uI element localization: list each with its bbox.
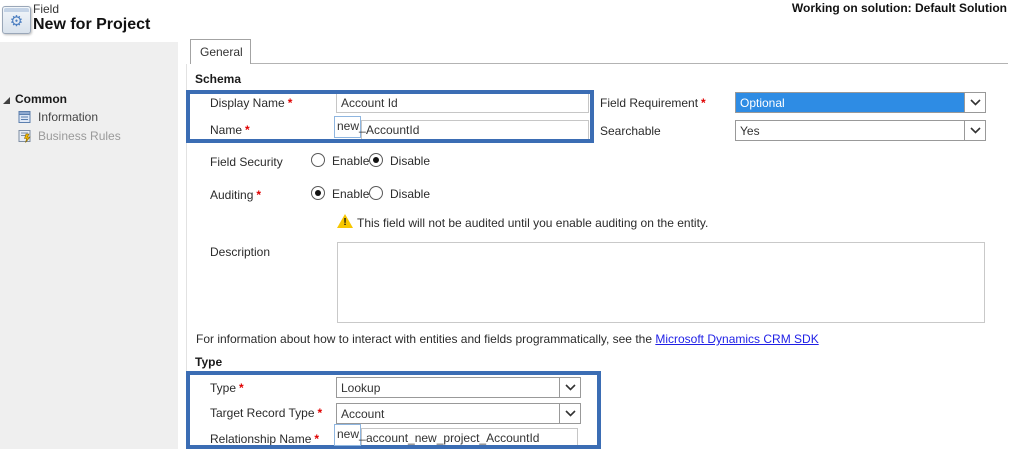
description-label: Description xyxy=(210,245,271,259)
sdk-link[interactable]: Microsoft Dynamics CRM SDK xyxy=(655,332,818,346)
section-heading-schema: Schema xyxy=(195,72,242,86)
auditing-label: Auditing * xyxy=(210,188,262,202)
name-prefix: new_ xyxy=(334,116,366,138)
working-on-solution: Working on solution: Default Solution xyxy=(791,1,1007,15)
business-rules-icon xyxy=(18,130,31,143)
type-highlight-box xyxy=(186,371,601,449)
auditing-disable-radio[interactable] xyxy=(369,186,383,200)
gear-icon: ⚙ xyxy=(9,13,24,30)
schema-highlight-box xyxy=(186,90,594,143)
searchable-label: Searchable xyxy=(600,124,661,138)
sidebar: Common Information Business Rules xyxy=(0,42,178,449)
field-security-disable-radio[interactable] xyxy=(369,153,383,167)
searchable-select[interactable]: Yes xyxy=(735,120,986,141)
warning-icon xyxy=(337,214,353,228)
tab-divider-line xyxy=(251,63,1008,64)
sidebar-group-common[interactable]: Common xyxy=(15,92,67,106)
auditing-enable-radio[interactable] xyxy=(311,186,325,200)
tree-expander-icon[interactable] xyxy=(3,97,10,104)
searchable-value: Yes xyxy=(740,123,760,138)
required-marker: * xyxy=(256,188,262,202)
description-textarea[interactable] xyxy=(337,242,985,323)
section-heading-type: Type xyxy=(195,355,223,369)
field-security-enable-label: Enable xyxy=(332,154,370,168)
auditing-enable-label: Enable xyxy=(332,187,370,201)
field-requirement-value: Optional xyxy=(736,93,964,112)
auditing-disable-label: Disable xyxy=(390,187,431,201)
sidebar-item-information[interactable]: Information xyxy=(18,110,98,124)
sidebar-item-business-rules[interactable]: Business Rules xyxy=(18,129,121,143)
relationship-name-prefix: new_ xyxy=(334,424,366,446)
field-security-disable-label: Disable xyxy=(390,154,431,168)
field-requirement-label: Field Requirement * xyxy=(600,96,706,110)
chevron-down-icon[interactable] xyxy=(964,93,985,112)
field-requirement-select[interactable]: Optional xyxy=(735,92,986,113)
audit-warning-text: This field will not be audited until you… xyxy=(357,216,709,230)
page-title: New for Project xyxy=(33,16,151,33)
entity-type-label: Field xyxy=(33,2,60,16)
field-security-label: Field Security xyxy=(210,155,283,169)
sidebar-item-label: Business Rules xyxy=(38,129,121,143)
chevron-down-icon[interactable] xyxy=(964,121,985,140)
tab-general[interactable]: General xyxy=(190,39,251,64)
tab-general-label: General xyxy=(200,45,243,59)
field-entity-icon: ⚙ xyxy=(2,6,31,34)
sdk-info-line: For information about how to interact wi… xyxy=(196,332,819,346)
information-icon xyxy=(18,111,31,123)
required-marker: * xyxy=(701,96,706,110)
field-security-enable-radio[interactable] xyxy=(311,153,325,167)
sidebar-item-label: Information xyxy=(38,110,99,124)
